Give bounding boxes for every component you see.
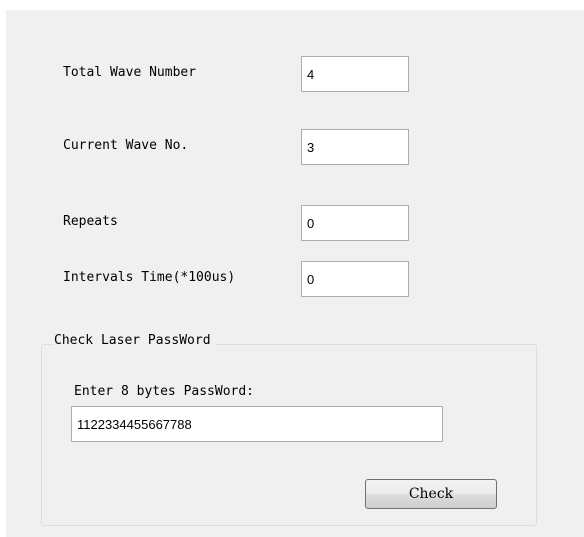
intervals-time-input[interactable] (301, 261, 409, 297)
total-wave-number-input[interactable] (301, 56, 409, 92)
password-input[interactable] (71, 406, 443, 442)
password-prompt-label: Enter 8 bytes PassWord: (74, 384, 255, 399)
current-wave-no-label: Current Wave No. (63, 138, 189, 153)
repeats-label: Repeats (63, 214, 118, 229)
total-wave-number-label: Total Wave Number (63, 65, 197, 80)
intervals-time-label: Intervals Time(*100us) (63, 270, 236, 285)
check-laser-password-title: Check Laser PassWord (54, 333, 215, 348)
check-button[interactable]: Check (365, 479, 497, 509)
current-wave-no-input[interactable] (301, 129, 409, 165)
repeats-input[interactable] (301, 205, 409, 241)
